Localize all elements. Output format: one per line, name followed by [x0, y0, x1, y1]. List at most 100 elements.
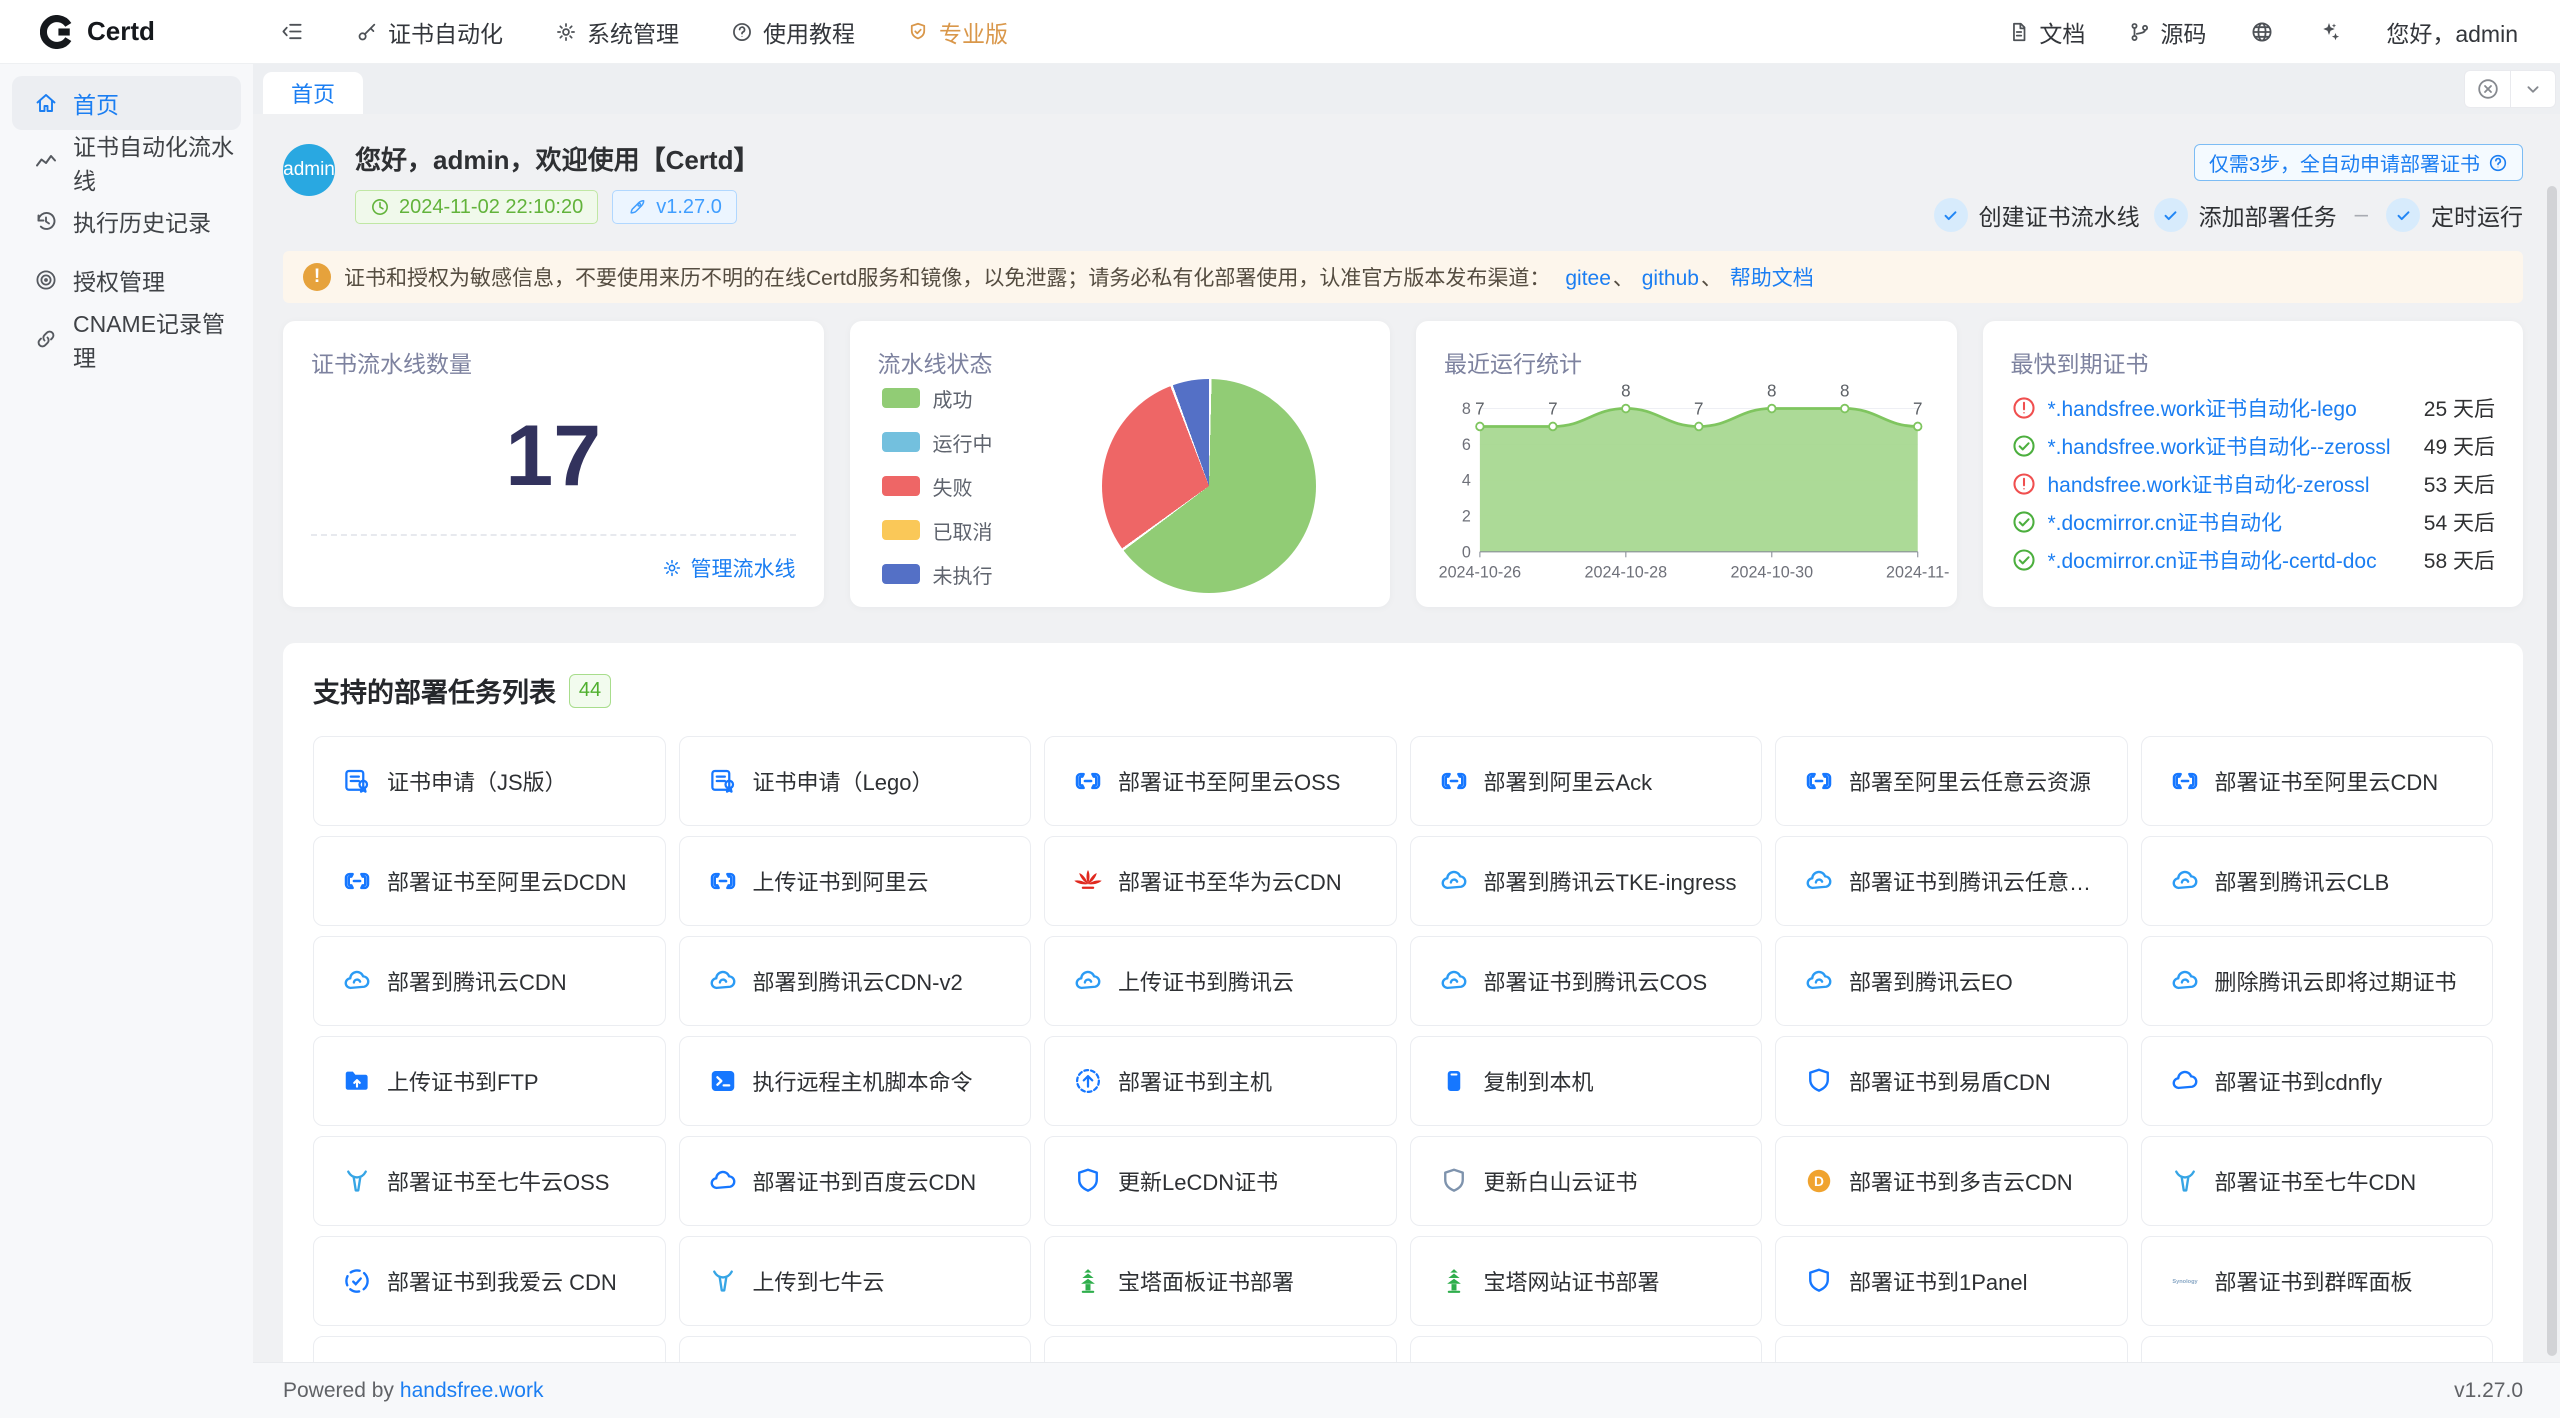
legend-item[interactable]: 失败: [882, 472, 993, 501]
task-card[interactable]: 部署证书至七牛CDN: [2141, 1136, 2494, 1226]
task-card[interactable]: 宝塔面板证书部署: [1044, 1236, 1397, 1326]
task-card[interactable]: 部署到腾讯云CDN-v2: [679, 936, 1032, 1026]
task-card-partial[interactable]: [1775, 1336, 2128, 1362]
manage-pipelines-link[interactable]: 管理流水线: [662, 553, 796, 583]
version-badge[interactable]: v1.27.0: [612, 190, 737, 224]
tab-home[interactable]: 首页: [263, 72, 363, 114]
legend-item[interactable]: 已取消: [882, 516, 993, 545]
task-card[interactable]: 更新白山云证书: [1410, 1136, 1763, 1226]
step-add-deploy-task[interactable]: 添加部署任务: [2154, 198, 2337, 232]
task-card-partial[interactable]: [1410, 1336, 1763, 1362]
menu-system-management[interactable]: 系统管理: [555, 15, 679, 49]
task-card[interactable]: 部署证书至阿里云CDN: [2141, 736, 2494, 826]
task-card[interactable]: 部署证书到群晖面板: [2141, 1236, 2494, 1326]
task-card[interactable]: 部署证书至阿里云DCDN: [313, 836, 666, 926]
task-card[interactable]: 部署证书到多吉云CDN: [1775, 1136, 2128, 1226]
task-card[interactable]: 部署证书到cdnfly: [2141, 1036, 2494, 1126]
task-card[interactable]: 上传证书到FTP: [313, 1036, 666, 1126]
sidebar-item-home[interactable]: 首页: [12, 76, 241, 130]
task-card[interactable]: 部署到腾讯云EO: [1775, 936, 2128, 1026]
task-card[interactable]: 复制到本机: [1410, 1036, 1763, 1126]
cert-pipeline-link[interactable]: *.handsfree.work证书自动化--zerossl: [2048, 431, 2403, 461]
task-card[interactable]: 部署证书至阿里云OSS: [1044, 736, 1397, 826]
task-card[interactable]: 部署证书到腾讯云任意云资源: [1775, 836, 2128, 926]
legend-item[interactable]: 未执行: [882, 560, 993, 589]
sidebar-item-pipelines[interactable]: 证书自动化流水线: [12, 135, 241, 189]
pipeline-status-card: 流水线状态 成功运行中失败已取消未执行: [850, 321, 1391, 607]
sidebar-collapse-button[interactable]: [281, 20, 304, 43]
source-code-link[interactable]: 源码: [2129, 15, 2206, 49]
datetime-badge: 2024-11-02 22:10:20: [355, 190, 598, 224]
page-title: 您好，admin，欢迎使用【Certd】: [355, 140, 759, 177]
task-card[interactable]: 上传证书到阿里云: [679, 836, 1032, 926]
vertical-scrollbar[interactable]: [2547, 186, 2557, 1356]
handsfree-link[interactable]: handsfree.work: [400, 1379, 544, 1403]
docs-link[interactable]: 文档: [2008, 15, 2085, 49]
task-card[interactable]: 删除腾讯云即将过期证书: [2141, 936, 2494, 1026]
sidebar-item-auth[interactable]: 授权管理: [12, 253, 241, 307]
gitee-link[interactable]: gitee: [1565, 267, 1611, 290]
qiniu-icon: [2170, 1166, 2200, 1196]
cert-pipeline-link[interactable]: handsfree.work证书自动化-zerossl: [2048, 469, 2403, 499]
task-card[interactable]: 更新LeCDN证书: [1044, 1136, 1397, 1226]
task-card[interactable]: 上传证书到腾讯云: [1044, 936, 1397, 1026]
task-card[interactable]: 部署证书至七牛云OSS: [313, 1136, 666, 1226]
guide-pill[interactable]: 仅需3步，全自动申请部署证书: [2194, 144, 2523, 181]
task-card[interactable]: 部署到腾讯云CLB: [2141, 836, 2494, 926]
sidebar: 首页 证书自动化流水线 执行历史记录 授权管理 CNAME记录管理: [0, 64, 253, 1418]
user-menu[interactable]: 您好，admin: [2386, 15, 2518, 49]
task-card[interactable]: 部署到阿里云Ack: [1410, 736, 1763, 826]
step-schedule-run[interactable]: 定时运行: [2386, 198, 2523, 232]
deploy-tasks-count-badge: 44: [569, 674, 611, 708]
task-card[interactable]: 部署证书到腾讯云COS: [1410, 936, 1763, 1026]
task-card-partial[interactable]: [1044, 1336, 1397, 1362]
task-card[interactable]: 宝塔网站证书部署: [1410, 1236, 1763, 1326]
tab-menu-button[interactable]: [2510, 70, 2556, 108]
cert-pipeline-link[interactable]: *.handsfree.work证书自动化-lego: [2048, 393, 2403, 423]
task-card[interactable]: 部署证书到1Panel: [1775, 1236, 2128, 1326]
task-card[interactable]: 部署证书到我爱云 CDN: [313, 1236, 666, 1326]
aliyun-icon: [342, 866, 372, 896]
help-docs-link[interactable]: 帮助文档: [1730, 267, 1814, 290]
sidebar-item-cname[interactable]: CNAME记录管理: [12, 312, 241, 366]
task-card-partial[interactable]: [679, 1336, 1032, 1362]
task-card[interactable]: 部署证书到易盾CDN: [1775, 1036, 2128, 1126]
aliyun-icon: [708, 866, 738, 896]
task-card[interactable]: 证书申请（JS版）: [313, 736, 666, 826]
sparkles-icon: [2318, 20, 2342, 44]
security-warning-banner: ! 证书和授权为敏感信息，不要使用来历不明的在线Certd服务和镜像，以免泄露；…: [283, 251, 2523, 303]
main-region: 首页 admin 您好，admin，欢迎使用【Certd】 2024-11-02…: [253, 64, 2560, 1418]
legend-item[interactable]: 运行中: [882, 428, 993, 457]
tab-actions: [2464, 70, 2556, 108]
task-card[interactable]: 上传到七牛云: [679, 1236, 1032, 1326]
task-card[interactable]: 部署至阿里云任意云资源: [1775, 736, 2128, 826]
legend-label: 运行中: [933, 428, 993, 457]
cert-pipeline-link[interactable]: *.docmirror.cn证书自动化-certd-doc: [2048, 545, 2403, 575]
task-card-partial[interactable]: [313, 1336, 666, 1362]
app-title: Certd: [87, 16, 155, 47]
task-card[interactable]: 部署到腾讯云CDN: [313, 936, 666, 1026]
close-tabs-button[interactable]: [2464, 70, 2510, 108]
task-card[interactable]: 执行远程主机脚本命令: [679, 1036, 1032, 1126]
synology-icon: [2170, 1266, 2200, 1296]
app-logo[interactable]: Certd: [0, 15, 253, 49]
legend-item[interactable]: 成功: [882, 384, 993, 413]
task-card[interactable]: 部署证书到百度云CDN: [679, 1136, 1032, 1226]
task-card[interactable]: 部署到腾讯云TKE-ingress: [1410, 836, 1763, 926]
menu-pro-edition[interactable]: 专业版: [907, 15, 1008, 49]
task-card[interactable]: 部署证书到主机: [1044, 1036, 1397, 1126]
doge-icon: [1804, 1166, 1834, 1196]
menu-cert-automation[interactable]: 证书自动化: [356, 15, 503, 49]
step-create-pipeline[interactable]: 创建证书流水线: [1934, 198, 2140, 232]
theme-button[interactable]: [2318, 20, 2342, 44]
task-card[interactable]: 证书申请（Lego）: [679, 736, 1032, 826]
task-card[interactable]: 部署证书至华为云CDN: [1044, 836, 1397, 926]
question-icon: [2488, 153, 2508, 173]
github-link[interactable]: github: [1642, 267, 1699, 290]
language-button[interactable]: [2250, 20, 2274, 44]
task-card-partial[interactable]: [2141, 1336, 2494, 1362]
menu-tutorial[interactable]: 使用教程: [731, 15, 855, 49]
avatar[interactable]: admin: [283, 144, 335, 196]
cert-pipeline-link[interactable]: *.docmirror.cn证书自动化: [2048, 507, 2403, 537]
sidebar-item-history[interactable]: 执行历史记录: [12, 194, 241, 248]
